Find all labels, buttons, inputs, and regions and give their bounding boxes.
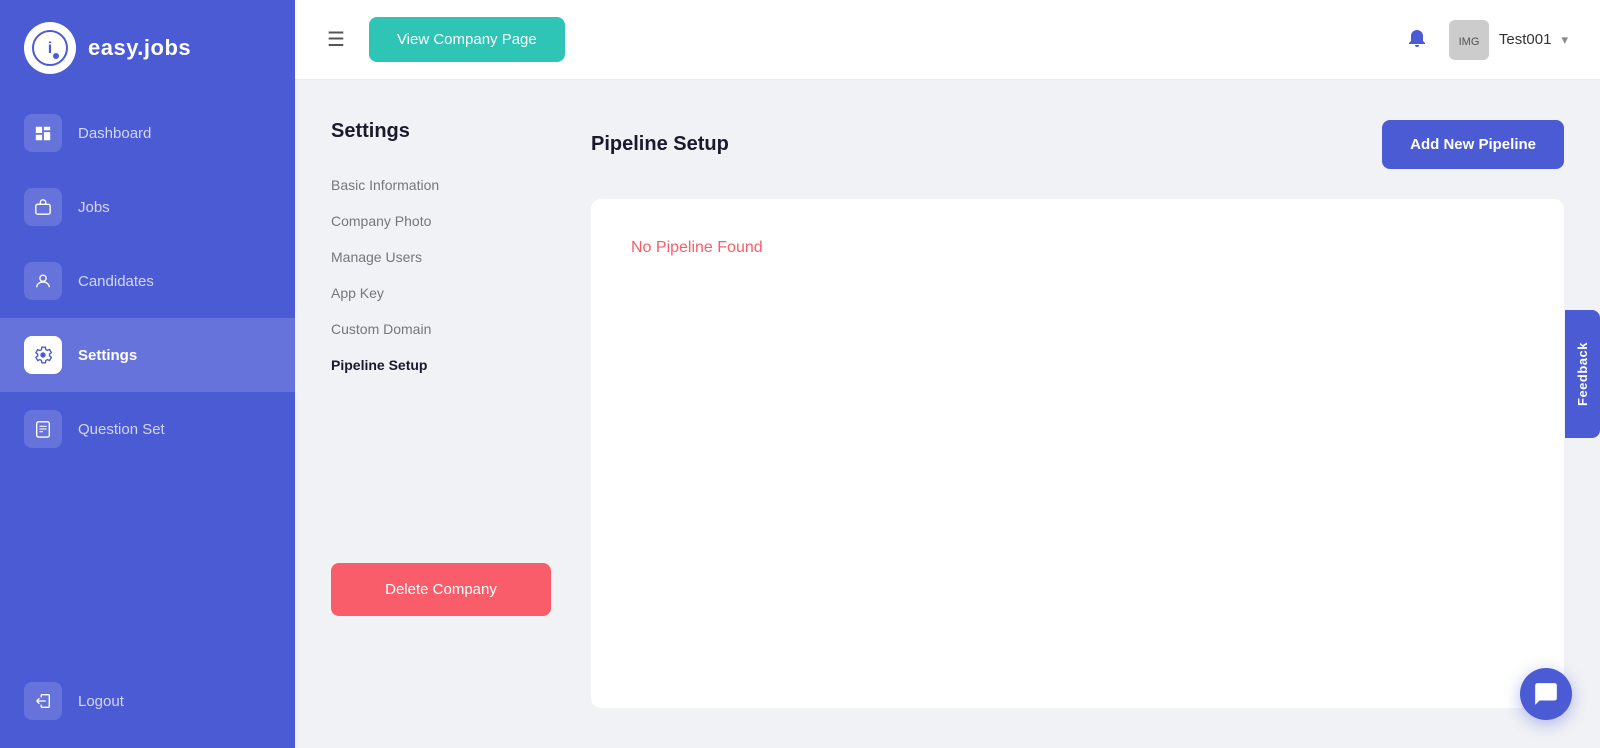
sidebar-item-candidates[interactable]: Candidates [0, 244, 295, 318]
delete-company-button[interactable]: Delete Company [331, 563, 551, 616]
sidebar-item-question-set[interactable]: Question Set [0, 392, 295, 466]
candidates-icon [24, 262, 62, 300]
menu-icon[interactable]: ☰ [327, 27, 345, 52]
no-pipeline-text: No Pipeline Found [631, 239, 763, 257]
avatar: IMG [1449, 20, 1489, 60]
sidebar-item-label-settings: Settings [78, 347, 137, 364]
user-name: Test001 [1499, 31, 1552, 48]
logout-icon [24, 682, 62, 720]
bell-icon[interactable] [1405, 25, 1429, 55]
sidebar-item-label-candidates: Candidates [78, 273, 154, 290]
pipeline-content: No Pipeline Found [591, 199, 1564, 708]
question-set-icon [24, 410, 62, 448]
svg-text:IMG: IMG [1459, 36, 1480, 48]
logo: i easy.jobs [0, 0, 215, 96]
svg-text:i: i [48, 40, 52, 57]
user-info[interactable]: IMG Test001 ▾ [1449, 20, 1568, 60]
chevron-down-icon: ▾ [1561, 32, 1568, 48]
pipeline-area: Pipeline Setup Add New Pipeline No Pipel… [591, 120, 1564, 708]
logo-text: easy.jobs [88, 35, 191, 61]
content-area: Settings Basic Information Company Photo… [295, 80, 1600, 748]
chat-bubble[interactable] [1520, 668, 1572, 720]
sidebar-item-jobs[interactable]: Jobs [0, 170, 295, 244]
sidebar-item-logout[interactable]: Logout [0, 664, 295, 738]
settings-nav-basic-info[interactable]: Basic Information [331, 167, 551, 203]
sidebar-item-settings[interactable]: Settings [0, 318, 295, 392]
sidebar: i easy.jobs Dashboard Jobs [0, 0, 295, 748]
settings-nav-custom-domain[interactable]: Custom Domain [331, 311, 551, 347]
sidebar-nav: Dashboard Jobs Candidates [0, 96, 295, 748]
sidebar-item-label-jobs: Jobs [78, 199, 110, 216]
main-area: ☰ View Company Page IMG Test001 ▾ Settin… [295, 0, 1600, 748]
dashboard-icon [24, 114, 62, 152]
sidebar-item-label-dashboard: Dashboard [78, 125, 151, 142]
pipeline-title: Pipeline Setup [591, 133, 729, 156]
settings-nav-manage-users[interactable]: Manage Users [331, 239, 551, 275]
header: ☰ View Company Page IMG Test001 ▾ [295, 0, 1600, 80]
logo-icon: i [24, 22, 76, 74]
sidebar-item-label-logout: Logout [78, 693, 124, 710]
pipeline-header: Pipeline Setup Add New Pipeline [591, 120, 1564, 169]
view-company-button[interactable]: View Company Page [369, 17, 565, 62]
settings-icon [24, 336, 62, 374]
settings-sidebar: Settings Basic Information Company Photo… [331, 120, 551, 708]
header-right: IMG Test001 ▾ [1405, 20, 1568, 60]
settings-title: Settings [331, 120, 551, 143]
jobs-icon [24, 188, 62, 226]
settings-nav-pipeline-setup[interactable]: Pipeline Setup [331, 347, 551, 383]
settings-nav-company-photo[interactable]: Company Photo [331, 203, 551, 239]
sidebar-item-label-question-set: Question Set [78, 421, 165, 438]
feedback-label[interactable]: Feedback [1565, 310, 1600, 438]
sidebar-item-dashboard[interactable]: Dashboard [0, 96, 295, 170]
add-new-pipeline-button[interactable]: Add New Pipeline [1382, 120, 1564, 169]
settings-nav-app-key[interactable]: App Key [331, 275, 551, 311]
feedback-button[interactable]: Feedback [1565, 310, 1600, 438]
